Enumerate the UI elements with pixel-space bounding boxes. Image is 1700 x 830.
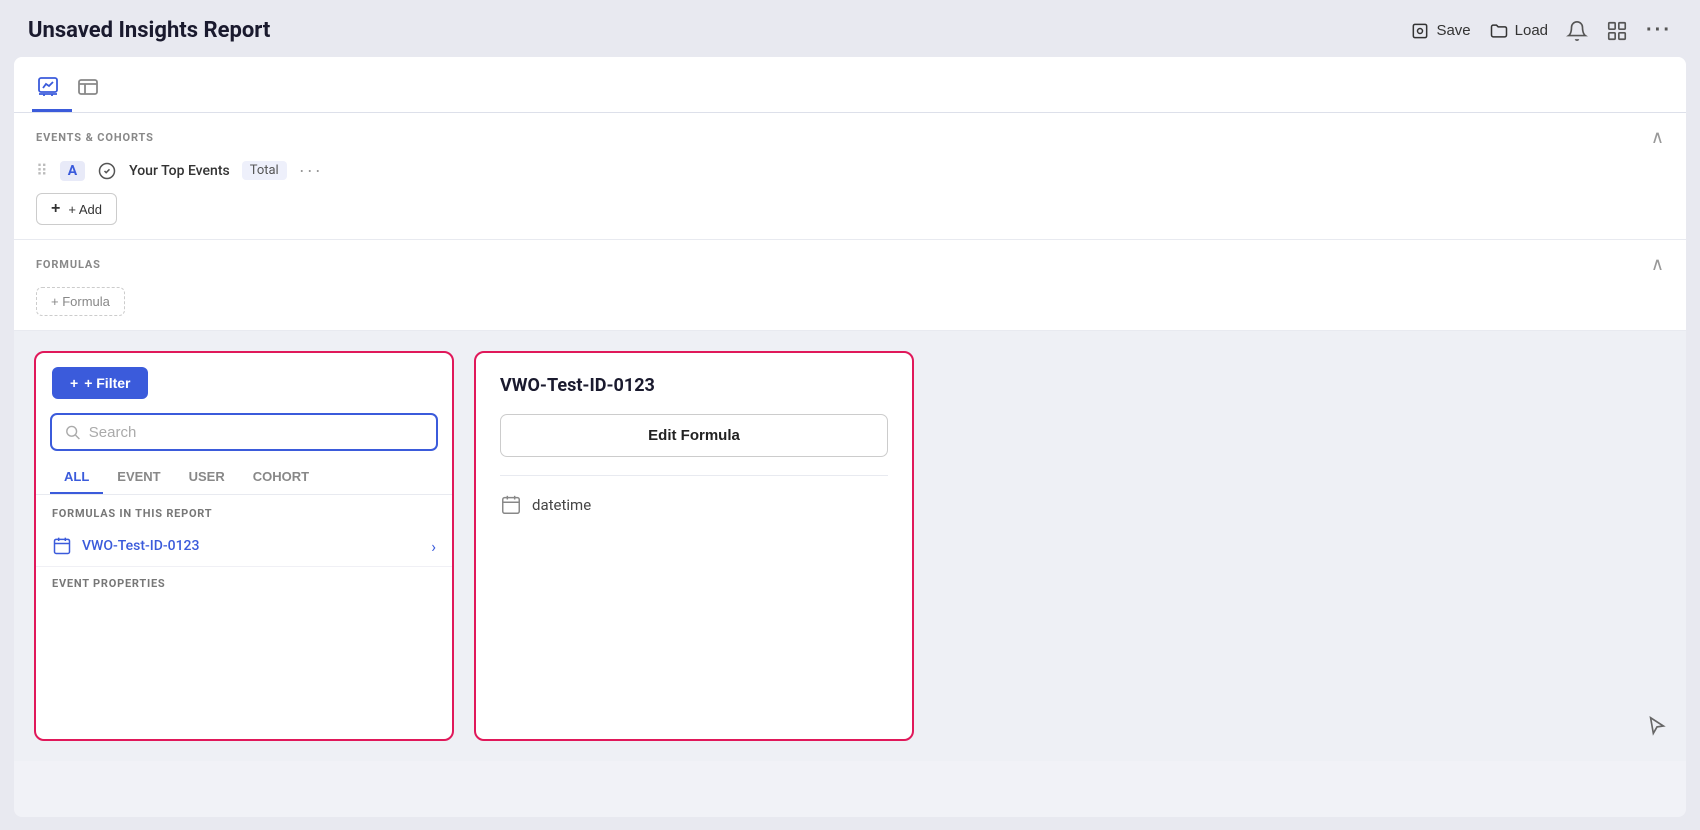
search-input[interactable]	[89, 424, 424, 441]
events-collapse-button[interactable]: ∧	[1651, 127, 1664, 148]
formula-item-name: VWO-Test-ID-0123	[82, 538, 199, 554]
cursor-icon	[1646, 715, 1668, 743]
formula-report-item[interactable]: VWO-Test-ID-0123 ›	[36, 526, 452, 567]
table-icon	[76, 75, 100, 99]
filter-button[interactable]: + + Filter	[52, 367, 148, 399]
filter-tab-all[interactable]: ALL	[50, 461, 103, 494]
folder-icon	[1489, 21, 1509, 41]
drag-handle-icon[interactable]: ⠿	[36, 161, 48, 180]
load-button[interactable]: Load	[1489, 21, 1548, 41]
events-section-header: EVENTS & COHORTS ∧	[36, 127, 1664, 148]
detail-property-row: datetime	[500, 494, 888, 516]
formulas-section-header: FORMULAS ∧	[36, 254, 1664, 275]
formula-item-left: VWO-Test-ID-0123	[52, 536, 199, 556]
formulas-collapse-button[interactable]: ∧	[1651, 254, 1664, 275]
calendar-icon	[52, 536, 72, 556]
save-button[interactable]: Save	[1410, 21, 1470, 41]
event-badge: Total	[242, 161, 287, 180]
filter-plus-icon: +	[70, 375, 78, 391]
save-icon	[1410, 21, 1430, 41]
formulas-in-report-title: FORMULAS IN THIS REPORT	[36, 495, 452, 526]
filter-tab-event[interactable]: EVENT	[103, 461, 174, 494]
chart-icon	[36, 75, 60, 99]
filter-tabs: ALL EVENT USER COHORT	[36, 461, 452, 495]
event-type-icon	[97, 161, 117, 181]
app-header: Unsaved Insights Report Save Load	[0, 0, 1700, 57]
plus-icon: +	[51, 200, 60, 218]
layout-icon	[1606, 20, 1628, 42]
event-label-a: A	[60, 161, 85, 181]
page-title: Unsaved Insights Report	[28, 18, 270, 43]
tab-chart[interactable]	[32, 69, 72, 112]
detail-panel-title: VWO-Test-ID-0123	[500, 375, 888, 396]
filter-tab-user[interactable]: USER	[175, 461, 239, 494]
edit-formula-button[interactable]: Edit Formula	[500, 414, 888, 457]
tabs-row	[14, 57, 1686, 113]
calendar-detail-icon	[500, 494, 522, 516]
header-actions: Save Load ···	[1410, 19, 1672, 42]
bottom-area: + + Filter ALL EVENT USER COHORT FORMULA…	[14, 331, 1686, 761]
event-more-button[interactable]: ···	[299, 160, 323, 181]
add-event-button[interactable]: + + Add	[36, 193, 117, 225]
layout-button[interactable]	[1606, 20, 1628, 42]
property-name: datetime	[532, 496, 591, 514]
filter-panel: + + Filter ALL EVENT USER COHORT FORMULA…	[34, 351, 454, 741]
more-icon: ···	[1646, 19, 1672, 42]
tab-table[interactable]	[72, 69, 112, 112]
divider	[500, 475, 888, 476]
notification-button[interactable]	[1566, 20, 1588, 42]
search-box	[50, 413, 438, 451]
search-icon	[64, 423, 81, 441]
formulas-section-title: FORMULAS	[36, 258, 101, 271]
events-row: ⠿ A Your Top Events Total ···	[36, 160, 1664, 181]
event-properties-title: EVENT PROPERTIES	[36, 567, 452, 596]
bell-icon	[1566, 20, 1588, 42]
filter-tab-cohort[interactable]: COHORT	[239, 461, 323, 494]
formulas-section: FORMULAS ∧ + Formula	[14, 240, 1686, 331]
filter-panel-header: + + Filter	[36, 353, 452, 413]
add-formula-button[interactable]: + Formula	[36, 287, 125, 316]
events-section-title: EVENTS & COHORTS	[36, 131, 154, 144]
detail-panel: VWO-Test-ID-0123 Edit Formula datetime	[474, 351, 914, 741]
events-section: EVENTS & COHORTS ∧ ⠿ A Your Top Events T…	[14, 113, 1686, 240]
event-name: Your Top Events	[129, 163, 230, 179]
more-button[interactable]: ···	[1646, 19, 1672, 42]
chevron-right-icon: ›	[431, 537, 436, 556]
main-panel: EVENTS & COHORTS ∧ ⠿ A Your Top Events T…	[14, 57, 1686, 817]
